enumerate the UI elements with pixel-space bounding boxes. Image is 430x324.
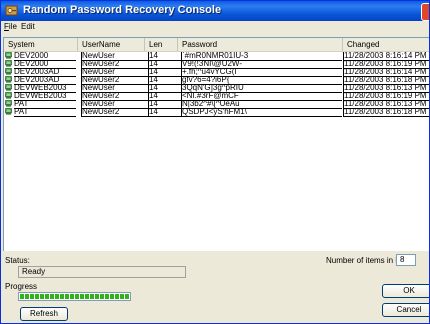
column-header-password[interactable]: Password <box>178 38 343 51</box>
cell-password: QSDPJ<yS'hFM1\ <box>181 108 342 117</box>
cancel-button[interactable]: Cancel <box>382 303 429 317</box>
cell-len: 14 <box>148 108 181 117</box>
computer-icon <box>5 76 12 83</box>
app-window: Random Password Recovery Console File Ed… <box>0 0 430 324</box>
computer-icon <box>5 52 12 59</box>
item-count-field: 8 <box>396 254 416 266</box>
table-row[interactable]: DEVWEB2003 NewUser2 14 <NI.#3rF@mCF` 11/28/2… <box>4 92 429 101</box>
menu-file[interactable]: File <box>4 22 17 31</box>
menu-edit[interactable]: Edit <box>21 22 35 31</box>
column-header-changed[interactable]: Changed <box>343 38 429 51</box>
progress-bar <box>18 292 131 301</box>
ok-button[interactable]: OK <box>382 284 429 298</box>
status-field: Ready <box>18 266 186 278</box>
table-row[interactable]: DEV2000 NewUser 14 `#mR0NMR01IU-3 11/28/2003… <box>4 52 429 61</box>
table-row[interactable]: PAT NewUser 14 N|3b2^#\[^UeAu 11/28/2003 8:1… <box>4 100 429 109</box>
key-icon <box>5 5 18 16</box>
progress-label: Progress <box>5 282 38 291</box>
computer-icon <box>5 108 12 115</box>
cell-user: NewUser2 <box>81 108 149 117</box>
window-title: Random Password Recovery Console <box>23 4 222 16</box>
title-bar[interactable]: Random Password Recovery Console <box>1 1 429 21</box>
table-row[interactable]: DEVWEB2003 NewUser 14 3QqN'G]3g^pRIU 11/28/2… <box>4 84 429 93</box>
column-header-username[interactable]: UserName <box>78 38 145 51</box>
cell-changed: 11/28/2003 8:16:18 PM <box>343 108 429 117</box>
computer-icon <box>5 84 12 91</box>
column-header-system[interactable]: System <box>4 38 78 51</box>
status-label: Status: <box>5 256 30 265</box>
list-header: System UserName Len Password Changed <box>4 38 429 52</box>
cell-system: PAT <box>14 108 76 117</box>
refresh-button[interactable]: Refresh <box>20 307 68 321</box>
computer-icon <box>5 60 12 67</box>
computer-icon <box>5 100 12 107</box>
close-button[interactable] <box>421 3 429 21</box>
computer-icon <box>5 92 12 99</box>
table-row[interactable]: PAT NewUser2 14 QSDPJ<yS'hFM1\ 11/28/2003 8:… <box>4 108 429 117</box>
password-list[interactable]: System UserName Len Password Changed DEV… <box>3 37 429 251</box>
computer-icon <box>5 68 12 75</box>
column-header-len[interactable]: Len <box>145 38 178 51</box>
table-row[interactable]: DEV2003AD NewUser2 14 gfv?6=4?i6P{11/28/200… <box>4 76 429 85</box>
menu-bar: File Edit <box>1 21 429 33</box>
table-row[interactable]: DEV2003AD NewUser 14 +.fh;^u4vYCG(I 11/28/20… <box>4 68 429 77</box>
progress-bar-fill <box>20 294 129 299</box>
table-row[interactable]: DEV2000 NewUser2 14 V9!(!3NI\@U2W- 11/28/200… <box>4 60 429 69</box>
